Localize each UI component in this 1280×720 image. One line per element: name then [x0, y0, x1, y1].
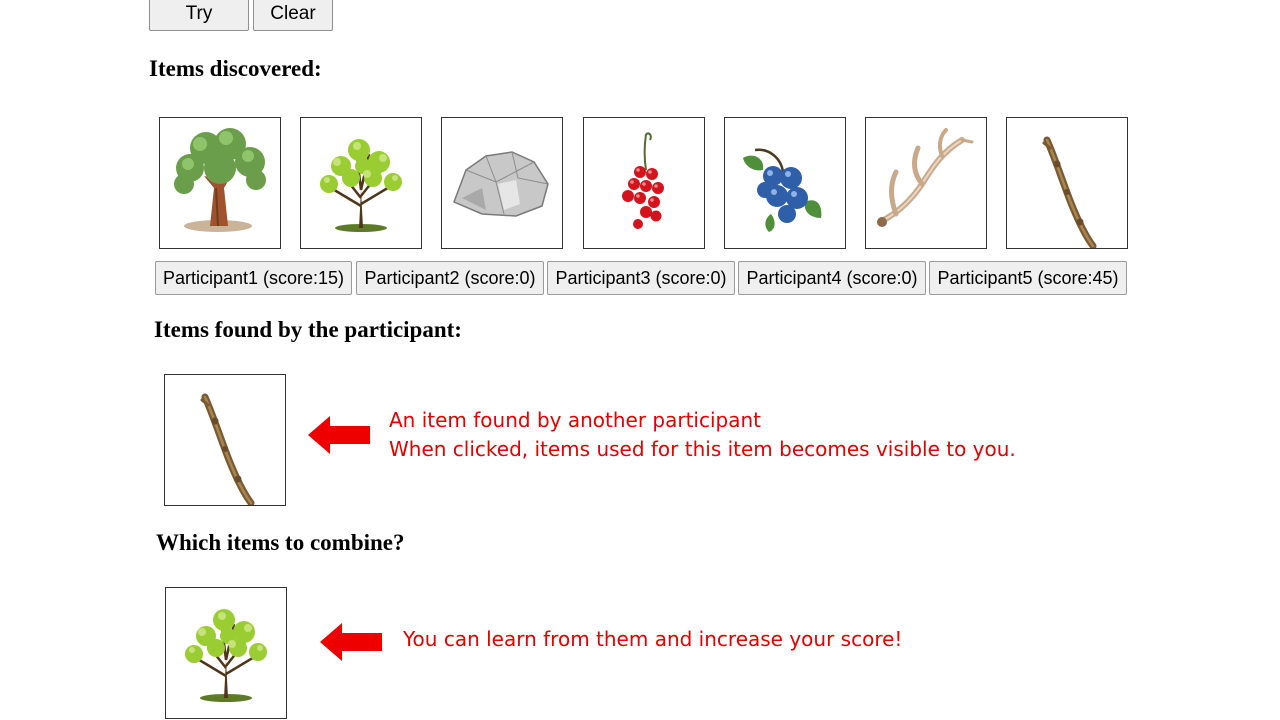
rock-icon	[453, 151, 549, 217]
participant-item-annotation: An item found by another participant Whe…	[389, 406, 1016, 464]
participant-4-button[interactable]: Participant4 (score:0)	[738, 261, 926, 295]
items-discovered-heading: Items discovered:	[149, 56, 322, 81]
combine-annotation: You can learn from them and increase you…	[403, 627, 903, 651]
clear-button[interactable]: Clear	[253, 0, 333, 31]
participant-items-heading: Items found by the participant:	[154, 317, 462, 342]
antler-icon	[877, 128, 974, 227]
discovered-item-red-currants[interactable]	[583, 117, 705, 249]
stick-icon	[1007, 118, 1127, 248]
participant-5-button[interactable]: Participant5 (score:45)	[929, 261, 1127, 295]
discovered-item-stick[interactable]	[1006, 117, 1128, 249]
combine-item-young-tree[interactable]	[165, 587, 287, 719]
participant-3-button[interactable]: Participant3 (score:0)	[547, 261, 735, 295]
stick-icon	[165, 375, 285, 505]
young-tree-icon	[318, 137, 404, 234]
try-button[interactable]: Try	[149, 0, 249, 31]
arrow-left-icon	[320, 623, 382, 661]
oak-tree-icon	[174, 128, 266, 232]
participant-item-stick[interactable]	[164, 374, 286, 506]
discovered-item-antler[interactable]	[865, 117, 987, 249]
discovered-item-blueberries[interactable]	[724, 117, 846, 249]
annotation-line-1: An item found by another participant	[389, 408, 761, 432]
arrow-left-icon	[308, 416, 370, 454]
discovered-item-rock[interactable]	[441, 117, 563, 249]
discovered-item-young-tree[interactable]	[300, 117, 422, 249]
annotation-line-2: When clicked, items used for this item b…	[389, 437, 1016, 461]
participant-2-button[interactable]: Participant2 (score:0)	[356, 261, 544, 295]
combine-heading: Which items to combine?	[156, 530, 405, 555]
participant-1-button[interactable]: Participant1 (score:15)	[155, 261, 352, 295]
blueberries-icon	[743, 148, 822, 232]
red-currants-icon	[622, 132, 664, 229]
young-tree-icon	[183, 607, 269, 704]
discovered-item-oak-tree[interactable]	[159, 117, 281, 249]
